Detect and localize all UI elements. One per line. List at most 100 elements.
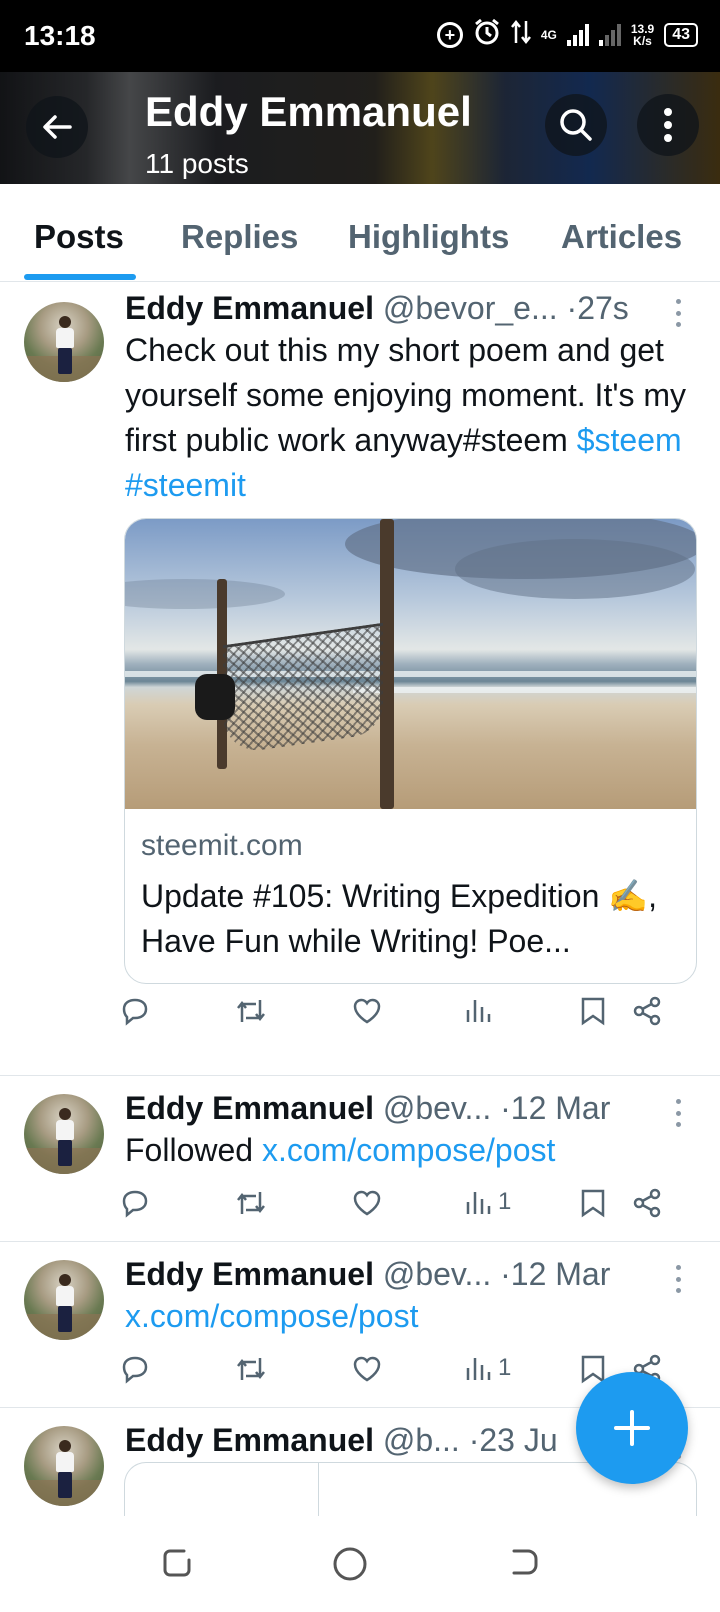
arrow-left-icon xyxy=(43,115,72,139)
post-actions xyxy=(120,996,680,1036)
post-meta: Eddy Emmanuel @bev... ·12 Mar xyxy=(125,1256,610,1293)
recent-apps-icon[interactable] xyxy=(160,1546,194,1585)
post-text: x.com/compose/post xyxy=(125,1294,695,1339)
tab-posts[interactable]: Posts xyxy=(34,218,124,256)
active-tab-indicator xyxy=(24,274,136,280)
like-button[interactable] xyxy=(352,1188,382,1218)
link-card-domain: steemit.com xyxy=(141,829,303,862)
hashtag-link[interactable]: #steemit xyxy=(125,467,246,503)
compose-button[interactable] xyxy=(576,1372,688,1484)
post-meta: Eddy Emmanuel @bevor_e... ·27s xyxy=(125,290,629,327)
views-icon xyxy=(466,1358,491,1380)
post-text: Followed x.com/compose/post xyxy=(125,1128,695,1173)
avatar[interactable] xyxy=(24,1426,104,1506)
signal-2-icon xyxy=(598,24,621,46)
status-icons: + 4G 13.9 K/s 43 xyxy=(436,18,698,52)
post-meta: Eddy Emmanuel @b... ·23 Ju xyxy=(125,1422,558,1459)
share-button[interactable] xyxy=(632,996,662,1026)
profile-name: Eddy Emmanuel xyxy=(145,88,472,135)
more-vertical-icon xyxy=(664,108,672,142)
author-name[interactable]: Eddy Emmanuel xyxy=(125,290,374,326)
clock: 13:18 xyxy=(24,20,96,51)
cashtag-link[interactable]: $steem xyxy=(577,422,682,458)
bookmark-icon xyxy=(581,1189,605,1218)
bookmark-button[interactable] xyxy=(580,1188,606,1218)
speed-unit: K/s xyxy=(633,34,652,48)
back-button[interactable] xyxy=(26,96,88,158)
share-button[interactable] xyxy=(632,1188,662,1218)
post-item[interactable]: Eddy Emmanuel @bev... ·12 Mar Followed x… xyxy=(0,1076,720,1242)
reply-button[interactable] xyxy=(120,1188,150,1218)
search-button[interactable] xyxy=(545,94,607,156)
author-handle[interactable]: @b... xyxy=(383,1422,460,1458)
post-time[interactable]: 12 Mar xyxy=(511,1090,611,1126)
repost-icon xyxy=(237,1192,265,1214)
bookmark-button[interactable] xyxy=(580,996,606,1026)
repost-icon xyxy=(237,1358,265,1380)
separator-dot: · xyxy=(566,290,578,326)
tab-articles[interactable]: Articles xyxy=(561,218,682,256)
link-card-title: Update #105: Writing Expedition ✍️, Have… xyxy=(141,878,657,959)
author-name[interactable]: Eddy Emmanuel xyxy=(125,1422,374,1458)
post-more-icon[interactable] xyxy=(675,1265,681,1293)
share-icon xyxy=(633,996,661,1026)
heart-icon xyxy=(353,1190,381,1216)
separator-dot: · xyxy=(468,1422,480,1458)
post-time[interactable]: 23 Ju xyxy=(479,1422,557,1458)
heart-icon xyxy=(353,1356,381,1382)
post-text-body: Followed xyxy=(125,1132,262,1168)
separator-dot: · xyxy=(500,1256,511,1292)
views-button[interactable]: 1 xyxy=(464,1188,511,1216)
reply-button[interactable] xyxy=(120,1354,150,1384)
link-card[interactable]: steemit.com Update #105: Writing Expedit… xyxy=(124,518,697,984)
status-bar: 13:18 + 4G 13.9 K/s 43 xyxy=(0,0,720,72)
profile-header: Eddy Emmanuel 11 posts xyxy=(0,72,720,184)
post-more-icon[interactable] xyxy=(675,1099,681,1127)
separator-dot: · xyxy=(500,1090,511,1126)
post-link[interactable]: x.com/compose/post xyxy=(125,1298,418,1334)
views-button[interactable] xyxy=(464,996,498,1024)
repost-button[interactable] xyxy=(234,1188,268,1218)
like-button[interactable] xyxy=(352,1354,382,1384)
plus-icon xyxy=(614,1410,650,1446)
home-icon[interactable] xyxy=(332,1546,368,1587)
post-count: 11 posts xyxy=(145,148,249,179)
like-button[interactable] xyxy=(352,996,382,1026)
author-name[interactable]: Eddy Emmanuel xyxy=(125,1256,374,1292)
views-icon xyxy=(466,1000,491,1022)
more-button[interactable] xyxy=(637,94,699,156)
data-transfer-icon xyxy=(510,19,531,51)
avatar[interactable] xyxy=(24,302,104,382)
author-handle[interactable]: @bev... xyxy=(383,1090,491,1126)
battery-icon: 43 xyxy=(664,23,698,47)
views-button[interactable]: 1 xyxy=(464,1354,511,1382)
repost-button[interactable] xyxy=(234,996,268,1026)
post-more-icon[interactable] xyxy=(675,299,681,327)
post-link[interactable]: x.com/compose/post xyxy=(262,1132,555,1168)
repost-icon xyxy=(237,1000,265,1022)
post-time[interactable]: 27s xyxy=(577,290,629,326)
post-item[interactable]: Eddy Emmanuel @bevor_e... ·27s Check out… xyxy=(0,282,720,1076)
views-icon xyxy=(466,1192,491,1214)
link-card-image xyxy=(125,519,696,809)
post-meta: Eddy Emmanuel @bev... ·12 Mar xyxy=(125,1090,610,1127)
tab-highlights[interactable]: Highlights xyxy=(348,218,509,256)
reply-button[interactable] xyxy=(120,996,150,1026)
author-handle[interactable]: @bevor_e... xyxy=(383,290,558,326)
reply-icon xyxy=(122,998,148,1026)
data-saver-icon: + xyxy=(436,22,463,48)
post-text: Check out this my short poem and get you… xyxy=(125,328,695,508)
author-handle[interactable]: @bev... xyxy=(383,1256,491,1292)
avatar[interactable] xyxy=(24,1260,104,1340)
author-name[interactable]: Eddy Emmanuel xyxy=(125,1090,374,1126)
profile-tabs: Posts Replies Highlights Articles xyxy=(0,184,720,282)
avatar[interactable] xyxy=(24,1094,104,1174)
back-nav-icon[interactable] xyxy=(506,1546,540,1585)
repost-button[interactable] xyxy=(234,1354,268,1384)
post-time[interactable]: 12 Mar xyxy=(511,1256,611,1292)
bookmark-icon xyxy=(581,997,605,1026)
tab-replies[interactable]: Replies xyxy=(181,218,298,256)
views-count: 1 xyxy=(498,1354,512,1381)
system-nav-bar xyxy=(0,1516,720,1612)
post-actions: 1 xyxy=(120,1188,680,1228)
